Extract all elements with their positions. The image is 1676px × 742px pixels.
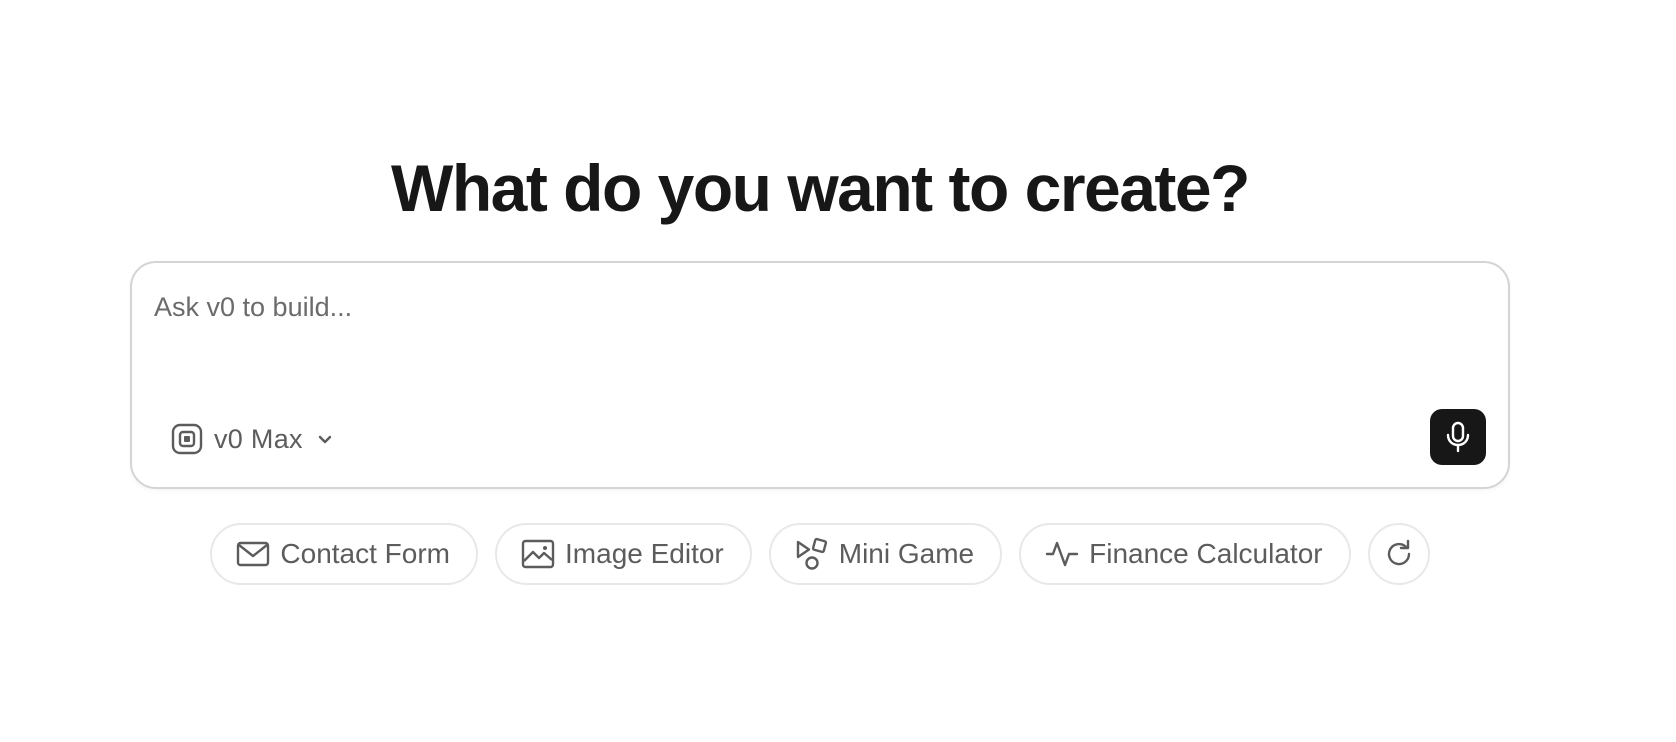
mail-icon <box>236 537 270 571</box>
model-chip-icon <box>170 422 204 456</box>
suggestion-chips: Contact Form Image Editor Mini Game Fina… <box>0 523 1640 585</box>
suggestion-label: Mini Game <box>838 538 975 569</box>
refresh-icon <box>1384 539 1414 569</box>
activity-icon <box>1045 537 1079 571</box>
shapes-icon <box>795 537 829 571</box>
image-icon <box>521 537 555 571</box>
suggestion-finance-calculator[interactable]: Finance Calculator <box>1019 523 1351 585</box>
suggestion-label: Finance Calculator <box>1089 538 1323 569</box>
suggestion-image-editor[interactable]: Image Editor <box>495 523 752 585</box>
suggestion-mini-game[interactable]: Mini Game <box>768 523 1003 585</box>
suggestion-contact-form[interactable]: Contact Form <box>210 523 479 585</box>
microphone-button[interactable] <box>1430 409 1486 465</box>
suggestion-label: Image Editor <box>565 538 724 569</box>
suggestion-label: Contact Form <box>280 538 451 569</box>
model-selector-label: v0 Max <box>214 423 303 454</box>
microphone-icon <box>1443 421 1473 453</box>
refresh-suggestions-button[interactable] <box>1367 523 1430 585</box>
prompt-input[interactable] <box>154 287 1474 327</box>
page-title: What do you want to create? <box>391 151 1250 225</box>
chevron-down-icon <box>315 429 335 449</box>
page: What do you want to create? v0 Max <box>0 0 1676 742</box>
model-selector[interactable]: v0 Max <box>170 415 335 463</box>
prompt-box: v0 Max <box>130 261 1510 489</box>
